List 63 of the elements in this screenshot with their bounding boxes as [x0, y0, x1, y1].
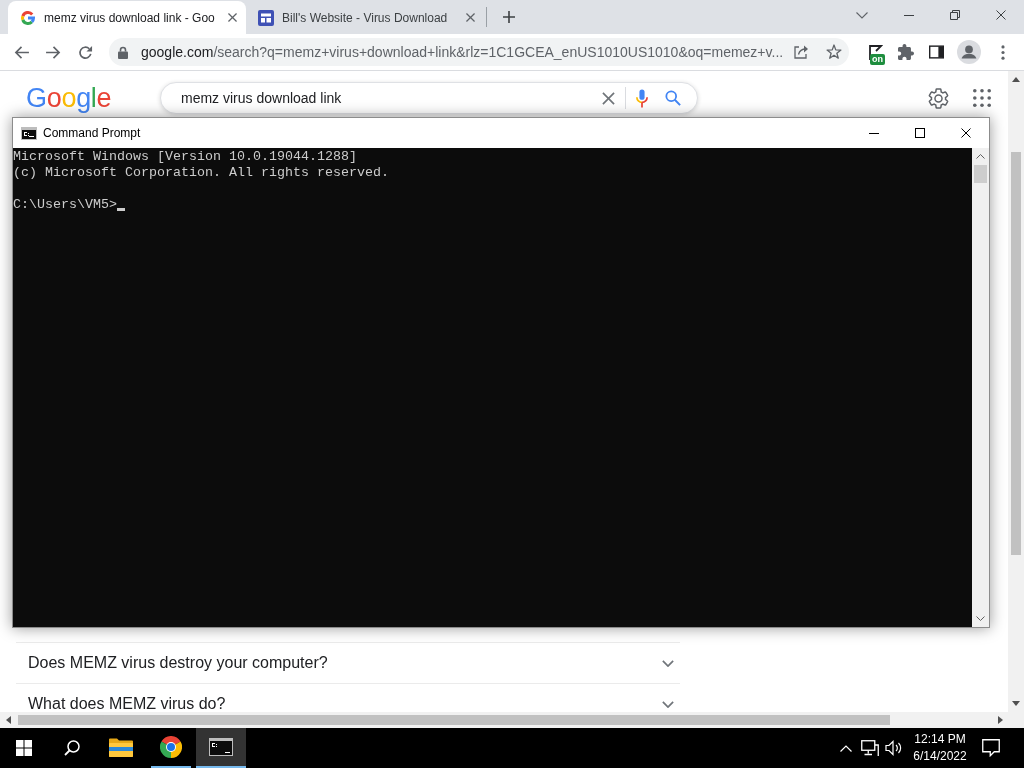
tab[interactable]: Bill's Website - Virus Download [246, 1, 484, 34]
maximize-icon[interactable] [915, 128, 925, 138]
console-line: Microsoft Windows [Version 10.0.19044.1288] [13, 149, 357, 165]
back-icon[interactable] [13, 45, 29, 59]
horizontal-scrollbar[interactable] [0, 712, 1024, 728]
terminal-icon [21, 126, 37, 140]
clock[interactable]: 12:14 PM 6/14/2022 [906, 728, 974, 768]
scroll-right-icon[interactable] [997, 716, 1003, 724]
avatar-icon[interactable] [957, 40, 981, 64]
folder-icon [109, 737, 133, 757]
minimize-icon[interactable] [904, 14, 914, 16]
puzzle-icon[interactable] [898, 44, 914, 60]
address-bar[interactable]: google.com/search?q=memz+virus+download+link&rlz=1C1GCEA_enUS1010US1010&oq=memez+v... [109, 38, 849, 66]
settings-icon[interactable] [928, 87, 949, 109]
apps-grid-icon[interactable] [973, 89, 991, 107]
google-g-icon [20, 9, 36, 26]
close-icon[interactable] [996, 10, 1006, 20]
faq-item[interactable]: Does MEMZ virus destroy your computer? [16, 642, 680, 683]
tab[interactable]: memz virus download link - Goo [8, 1, 246, 34]
browser-icon [160, 736, 182, 758]
prompt-text: C:\Users\VM5> [13, 197, 117, 213]
flag-icon[interactable] [869, 44, 883, 60]
search-field[interactable]: memz virus download link [160, 82, 698, 114]
lock-icon [118, 45, 128, 59]
search-icon[interactable] [64, 740, 80, 756]
website-icon [258, 9, 274, 26]
plus-icon[interactable] [503, 11, 515, 23]
scroll-down-icon[interactable] [976, 616, 985, 621]
close-icon[interactable] [961, 128, 971, 138]
share-icon[interactable] [793, 44, 809, 60]
restore-icon[interactable] [950, 10, 960, 20]
chevron-up-icon[interactable] [840, 744, 852, 752]
clear-icon[interactable] [602, 91, 615, 105]
console-area[interactable]: Microsoft Windows [Version 10.0.19044.1288] (c) Microsoft Corporation. All rights reserved. C:\Users\VM5> [13, 148, 972, 627]
reload-icon[interactable] [77, 44, 93, 60]
scrollbar-thumb[interactable] [1011, 152, 1021, 555]
site-logo[interactable]: Google [26, 83, 116, 113]
menu-icon[interactable] [1001, 44, 1005, 60]
network-icon[interactable] [861, 740, 879, 756]
taskbar-button[interactable] [196, 728, 246, 768]
vertical-scrollbar[interactable] [972, 148, 989, 627]
vertical-scrollbar[interactable] [1008, 71, 1024, 712]
minimize-icon[interactable] [869, 132, 879, 134]
star-icon[interactable] [826, 44, 842, 60]
console-line: (c) Microsoft Corporation. All rights reserved. [13, 165, 389, 181]
forward-icon[interactable] [45, 45, 61, 59]
notification-icon[interactable] [982, 739, 1000, 757]
microphone-icon[interactable] [636, 88, 648, 108]
close-icon[interactable] [227, 13, 237, 22]
chevron-down-icon[interactable] [856, 11, 868, 19]
extension-badge: on [870, 54, 885, 65]
window-title: Command Prompt [43, 126, 141, 140]
scrollbar-thumb[interactable] [974, 165, 987, 183]
start-icon[interactable] [16, 740, 32, 756]
volume-icon[interactable] [885, 740, 903, 756]
scroll-down-icon[interactable] [1012, 701, 1020, 706]
terminal-icon [209, 738, 233, 756]
scroll-left-icon[interactable] [5, 716, 11, 724]
scroll-up-icon[interactable] [976, 154, 985, 159]
scrollbar-thumb[interactable] [18, 715, 890, 725]
text-cursor [117, 208, 125, 211]
scroll-up-icon[interactable] [1012, 77, 1020, 82]
side-panel-icon[interactable] [928, 45, 944, 59]
